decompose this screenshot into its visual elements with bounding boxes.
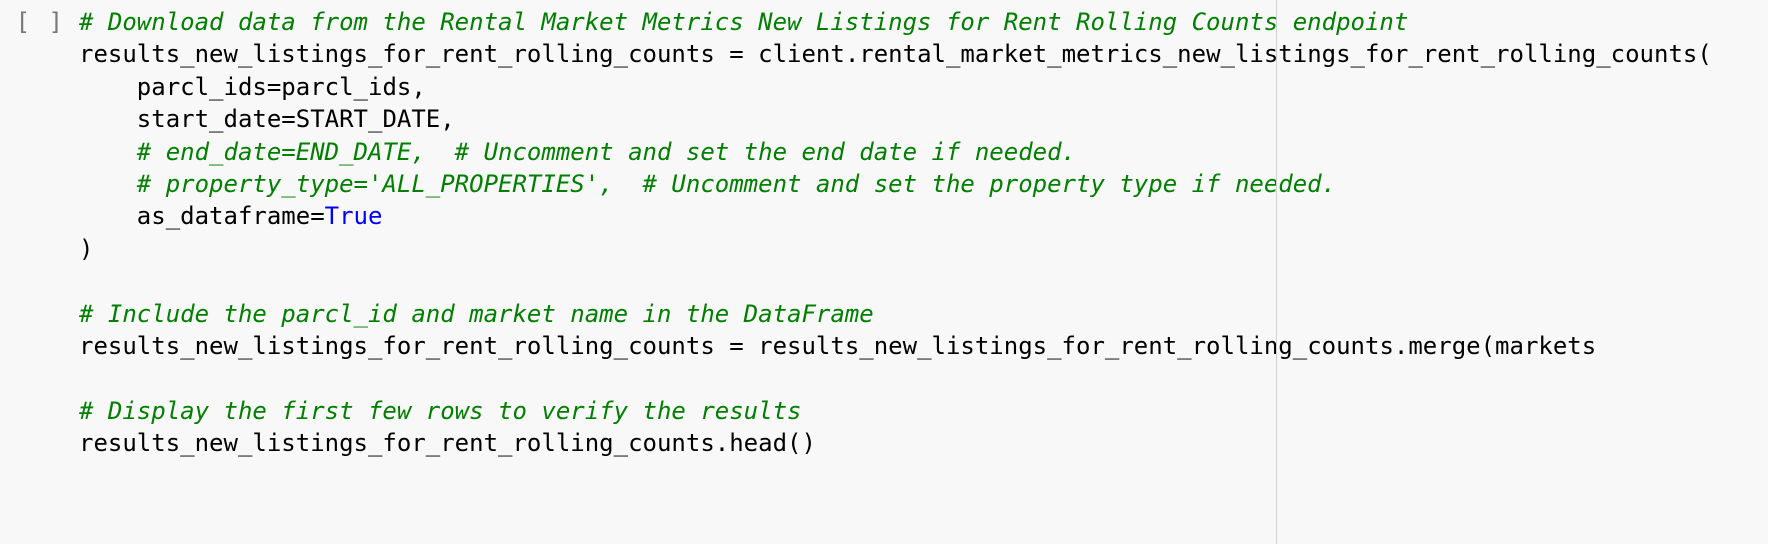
- code-token: # Download data from the Rental Market M…: [79, 8, 1408, 36]
- code-line[interactable]: parcl_ids=parcl_ids,: [79, 71, 1768, 103]
- code-token: True: [325, 202, 383, 230]
- code-token: [79, 364, 93, 392]
- code-token: parcl_ids: [281, 73, 411, 101]
- code-token: as_dataframe: [79, 202, 310, 230]
- execution-indicator[interactable]: [ ]: [0, 6, 75, 38]
- code-token: [79, 267, 93, 295]
- code-token: [79, 138, 137, 166]
- code-token: (: [1481, 332, 1495, 360]
- code-line[interactable]: results_new_listings_for_rent_rolling_co…: [79, 330, 1768, 362]
- code-token: START_DATE: [296, 105, 441, 133]
- code-token: =: [729, 332, 743, 360]
- code-token: parcl_ids: [79, 73, 267, 101]
- code-line[interactable]: # Display the first few rows to verify t…: [79, 395, 1768, 427]
- code-token: results_new_listings_for_rent_rolling_co…: [744, 332, 1394, 360]
- code-token: # property_type='ALL_PROPERTIES', # Unco…: [137, 170, 1336, 198]
- code-token: merge: [1408, 332, 1480, 360]
- code-token: markets: [1495, 332, 1596, 360]
- code-line[interactable]: ): [79, 233, 1768, 265]
- code-token: start_date: [79, 105, 281, 133]
- code-token: (): [787, 429, 816, 457]
- code-line[interactable]: [79, 265, 1768, 297]
- code-token: =: [310, 202, 324, 230]
- code-token: client: [744, 40, 845, 68]
- code-token: # Display the first few rows to verify t…: [79, 397, 801, 425]
- code-token: rental_market_metrics_new_listings_for_r…: [859, 40, 1712, 68]
- code-token: =: [267, 73, 281, 101]
- code-token: head: [729, 429, 787, 457]
- code-line[interactable]: results_new_listings_for_rent_rolling_co…: [79, 427, 1768, 459]
- code-line[interactable]: results_new_listings_for_rent_rolling_co…: [79, 38, 1768, 70]
- code-token: .: [1394, 332, 1408, 360]
- code-token: # end_date=END_DATE, # Uncomment and set…: [137, 138, 1076, 166]
- code-cell: [ ] # Download data from the Rental Mark…: [0, 0, 1768, 459]
- code-line[interactable]: start_date=START_DATE,: [79, 103, 1768, 135]
- code-token: ,: [440, 105, 454, 133]
- code-line[interactable]: # end_date=END_DATE, # Uncomment and set…: [79, 136, 1768, 168]
- code-token: ): [79, 235, 93, 263]
- code-token: =: [281, 105, 295, 133]
- code-editor[interactable]: # Download data from the Rental Market M…: [75, 6, 1768, 459]
- code-line[interactable]: as_dataframe=True: [79, 200, 1768, 232]
- code-token: results_new_listings_for_rent_rolling_co…: [79, 40, 729, 68]
- code-token: .: [715, 429, 729, 457]
- code-line[interactable]: # Include the parcl_id and market name i…: [79, 298, 1768, 330]
- code-line[interactable]: # property_type='ALL_PROPERTIES', # Unco…: [79, 168, 1768, 200]
- code-token: [79, 170, 137, 198]
- code-token: results_new_listings_for_rent_rolling_co…: [79, 429, 715, 457]
- code-token: # Include the parcl_id and market name i…: [79, 300, 874, 328]
- code-token: ,: [411, 73, 425, 101]
- code-line[interactable]: # Download data from the Rental Market M…: [79, 6, 1768, 38]
- code-token: results_new_listings_for_rent_rolling_co…: [79, 332, 729, 360]
- code-token: .: [845, 40, 859, 68]
- code-token: =: [729, 40, 743, 68]
- code-line[interactable]: [79, 362, 1768, 394]
